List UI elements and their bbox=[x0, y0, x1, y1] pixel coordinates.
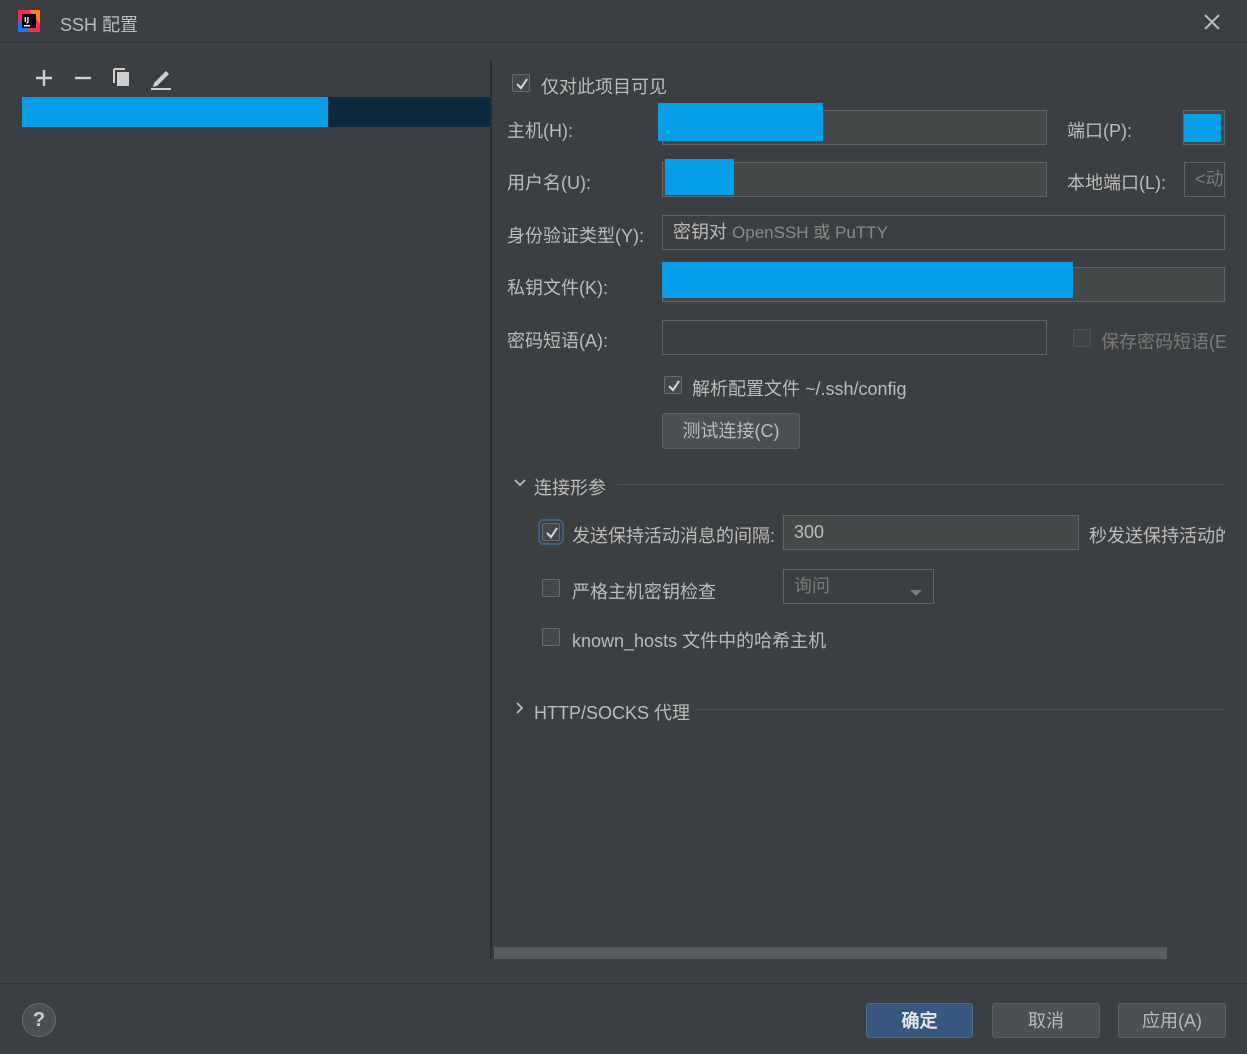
section-divider bbox=[695, 709, 1224, 710]
host-list-panel bbox=[0, 43, 490, 983]
hash-known-hosts-checkbox[interactable] bbox=[542, 628, 560, 646]
section-divider bbox=[617, 484, 1224, 485]
dropdown-arrow-icon bbox=[909, 582, 923, 596]
auth-type-select[interactable]: 密钥对 OpenSSH 或 PuTTY bbox=[662, 215, 1225, 250]
private-key-label: 私钥文件(K): bbox=[507, 278, 608, 298]
help-button[interactable]: ? bbox=[22, 1003, 56, 1037]
intellij-app-icon: IJ bbox=[18, 10, 40, 32]
parse-config-label: 解析配置文件 ~/.ssh/config bbox=[692, 379, 907, 399]
save-passphrase-checkbox[interactable] bbox=[1073, 329, 1091, 347]
copy-icon[interactable] bbox=[108, 64, 136, 92]
keepalive-interval-field[interactable]: 300 bbox=[783, 515, 1079, 550]
strict-host-key-checkbox[interactable] bbox=[542, 579, 560, 597]
title-bar bbox=[0, 0, 1247, 43]
close-icon[interactable] bbox=[1198, 9, 1226, 35]
auth-type-label: 身份验证类型(Y): bbox=[507, 226, 644, 246]
username-label: 用户名(U): bbox=[507, 173, 591, 193]
local-port-label: 本地端口(L): bbox=[1067, 173, 1166, 193]
username-redacted bbox=[665, 159, 734, 195]
apply-button[interactable]: 应用(A) bbox=[1118, 1003, 1226, 1038]
private-key-redacted bbox=[662, 262, 1073, 298]
host-list-item-redacted bbox=[22, 97, 328, 127]
chevron-right-icon[interactable] bbox=[512, 700, 528, 716]
remove-icon[interactable] bbox=[69, 64, 97, 92]
local-port-field[interactable]: <动 bbox=[1184, 162, 1225, 197]
add-icon[interactable] bbox=[30, 64, 58, 92]
auth-type-value: 密钥对 bbox=[673, 222, 727, 242]
hash-known-hosts-label: known_hosts 文件中的哈希主机 bbox=[572, 631, 827, 651]
svg-text:IJ: IJ bbox=[24, 16, 29, 24]
port-redacted bbox=[1184, 114, 1221, 142]
chevron-down-icon[interactable] bbox=[512, 475, 528, 491]
test-connection-button[interactable]: 测试连接(C) bbox=[662, 413, 800, 449]
auth-type-value-detail: OpenSSH 或 PuTTY bbox=[732, 223, 888, 242]
footer-divider bbox=[0, 983, 1247, 984]
visible-only-project-label: 仅对此项目可见 bbox=[541, 77, 667, 97]
host-label: 主机(H): bbox=[507, 121, 573, 141]
host-redacted bbox=[658, 103, 823, 141]
keepalive-label: 发送保持活动消息的间隔: bbox=[572, 526, 775, 546]
keepalive-suffix-label: 秒发送保持活动的 bbox=[1089, 526, 1225, 546]
visible-only-project-checkbox[interactable] bbox=[512, 74, 530, 92]
save-passphrase-label: 保存密码短语(E bbox=[1101, 332, 1227, 352]
edit-icon[interactable] bbox=[147, 64, 175, 92]
keepalive-checkbox[interactable] bbox=[538, 519, 564, 545]
parse-config-checkbox[interactable] bbox=[664, 376, 682, 394]
strict-host-key-label: 严格主机密钥检查 bbox=[572, 582, 716, 602]
strict-host-key-value: 询问 bbox=[794, 576, 830, 596]
passphrase-field[interactable] bbox=[662, 320, 1047, 355]
port-label: 端口(P): bbox=[1067, 121, 1132, 141]
window-title: SSH 配置 bbox=[60, 15, 139, 35]
panel-divider[interactable] bbox=[490, 60, 492, 958]
connection-params-title[interactable]: 连接形参 bbox=[534, 474, 606, 500]
cancel-button[interactable]: 取消 bbox=[992, 1003, 1100, 1038]
proxy-section-title[interactable]: HTTP/SOCKS 代理 bbox=[534, 699, 690, 725]
ok-button[interactable]: 确定 bbox=[866, 1003, 973, 1038]
horizontal-scrollbar[interactable] bbox=[494, 947, 1167, 959]
passphrase-label: 密码短语(A): bbox=[507, 331, 608, 351]
